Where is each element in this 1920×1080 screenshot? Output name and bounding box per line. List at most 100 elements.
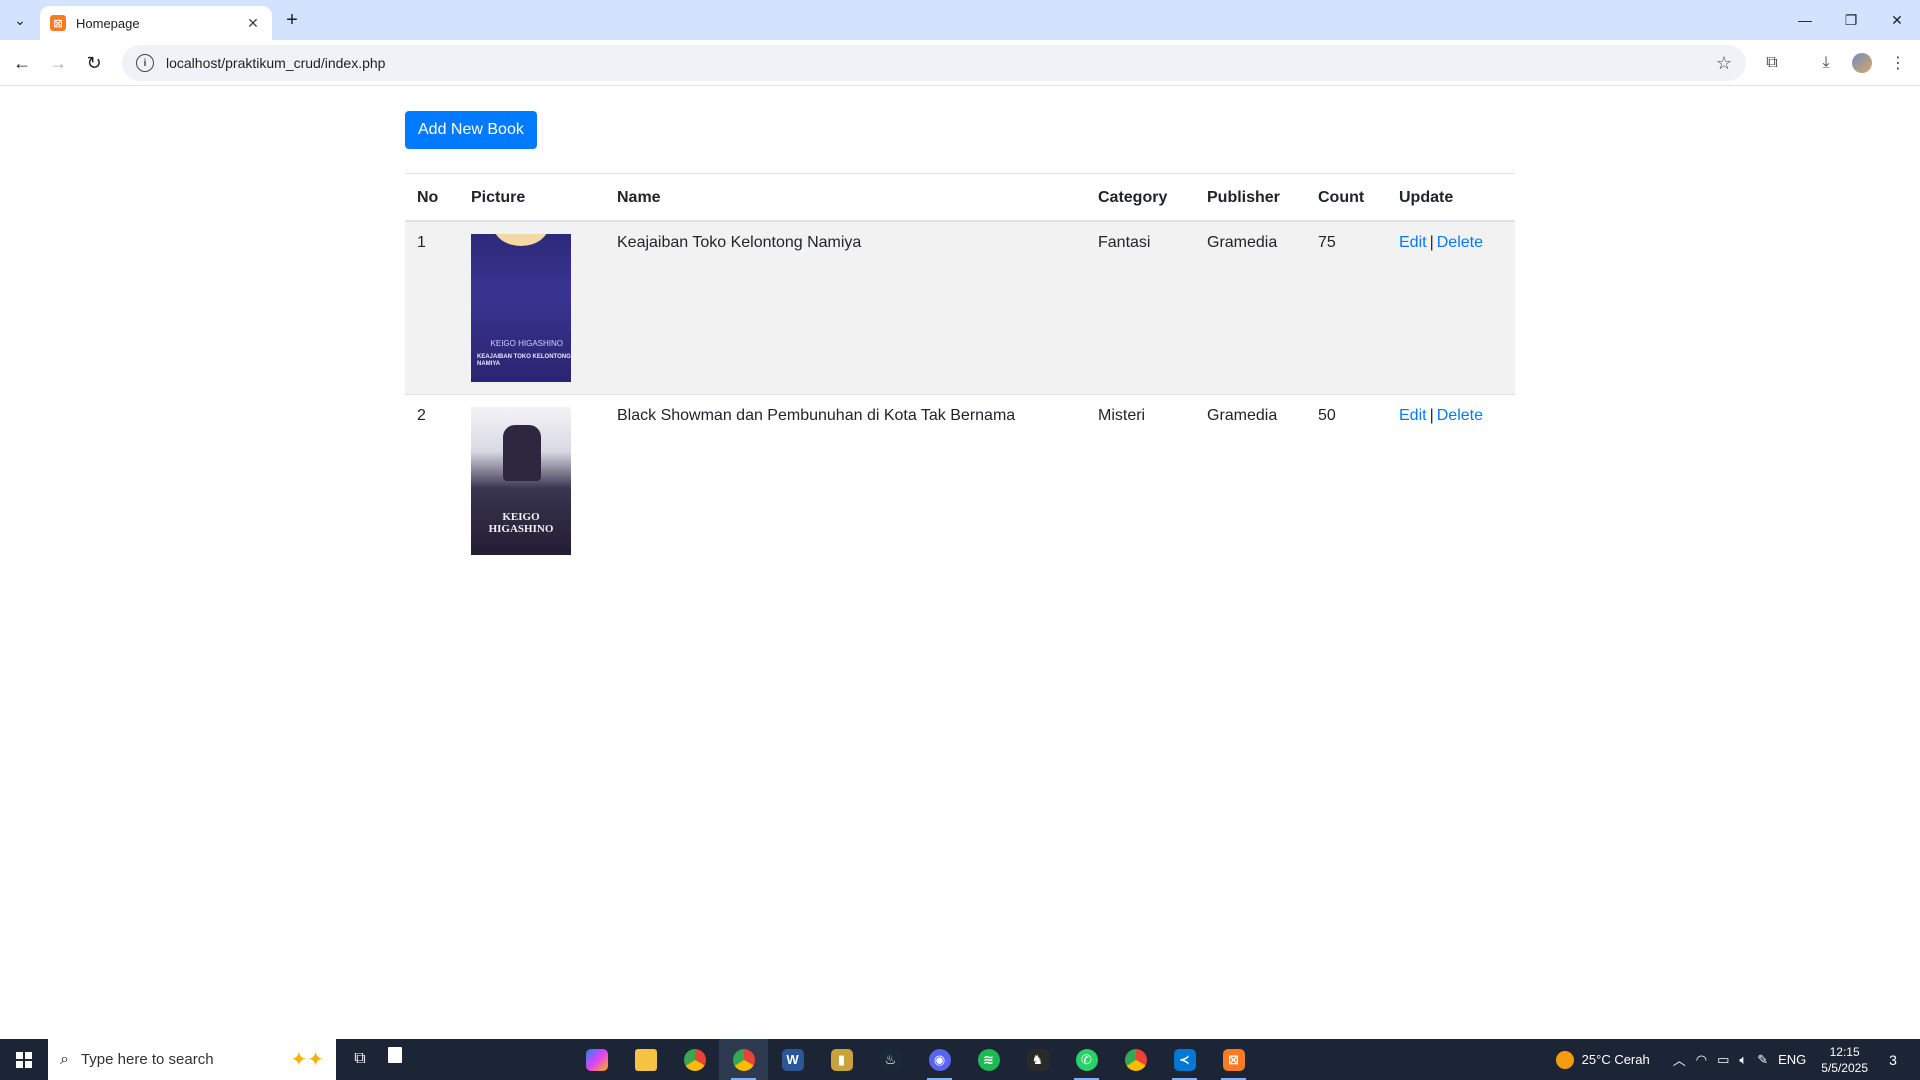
search-icon: ⌕ bbox=[60, 1050, 69, 1068]
chrome-profile-icon[interactable] bbox=[719, 1039, 768, 1080]
taskbar-pinned-apps: W ▮ ♨ ◉ ≋ ♞ ✆ ≺ ⊠ bbox=[572, 1039, 1258, 1080]
extensions-icon[interactable]: ⧉ bbox=[1758, 49, 1786, 77]
pen-icon[interactable]: ✎ bbox=[1757, 1052, 1768, 1068]
system-tray: 25°C Cerah ︿ ◠ ▭ 🔈︎ ✎ ENG 12:15 5/5/2025… bbox=[1555, 1039, 1920, 1080]
menu-kebab-icon[interactable]: ⋮ bbox=[1884, 49, 1912, 77]
search-placeholder[interactable]: Type here to search bbox=[81, 1051, 291, 1068]
chrome-icon[interactable] bbox=[670, 1039, 719, 1080]
row-publisher: Gramedia bbox=[1195, 393, 1306, 567]
clock[interactable]: 12:15 5/5/2025 bbox=[1821, 1044, 1868, 1076]
chevron-up-icon[interactable]: ︿ bbox=[1673, 1050, 1686, 1069]
row-category: Misteri bbox=[1086, 393, 1195, 567]
books-table: No Picture Name Category Publisher Count… bbox=[405, 173, 1515, 567]
sparkle-icon: ✦✦ bbox=[290, 1049, 324, 1071]
url-text[interactable]: localhost/praktikum_crud/index.php bbox=[166, 55, 1716, 71]
xampp-icon: ⊠ bbox=[50, 15, 66, 31]
battery-icon[interactable]: ▭ bbox=[1717, 1052, 1729, 1068]
window-controls: — ❐ ✕ bbox=[1782, 0, 1920, 40]
cover-title-text: KEAJAIBAN TOKO KELONTONG NAMIYA bbox=[477, 353, 571, 367]
edit-link[interactable]: Edit bbox=[1399, 407, 1427, 424]
spotify-icon[interactable]: ≋ bbox=[964, 1039, 1013, 1080]
profile-avatar[interactable] bbox=[1848, 49, 1876, 77]
tab-title: Homepage bbox=[76, 15, 140, 31]
header-update: Update bbox=[1387, 173, 1515, 222]
forward-icon[interactable]: → bbox=[44, 49, 72, 77]
weather-widget[interactable]: 25°C Cerah bbox=[1555, 1050, 1650, 1069]
row-category: Fantasi bbox=[1086, 220, 1195, 394]
xampp-icon[interactable]: ⊠ bbox=[1209, 1039, 1258, 1080]
volume-icon[interactable]: 🔈︎ bbox=[1739, 1052, 1747, 1068]
delete-link[interactable]: Delete bbox=[1437, 407, 1483, 424]
table-header-row: No Picture Name Category Publisher Count… bbox=[405, 173, 1515, 222]
clock-time: 12:15 bbox=[1829, 1044, 1860, 1059]
header-name: Name bbox=[605, 173, 1086, 222]
header-no: No bbox=[405, 173, 459, 222]
tab-search-chevron-icon[interactable]: ⌄ bbox=[8, 8, 32, 32]
row-no: 2 bbox=[405, 393, 459, 567]
copilot-icon[interactable] bbox=[572, 1039, 621, 1080]
game-icon[interactable]: ♞ bbox=[1013, 1039, 1062, 1080]
new-tab-button[interactable]: + bbox=[280, 8, 304, 32]
bookmark-star-icon[interactable]: ☆ bbox=[1716, 53, 1732, 74]
address-bar[interactable]: i localhost/praktikum_crud/index.php ☆ bbox=[122, 45, 1746, 81]
row-update: Edit | Delete bbox=[1387, 393, 1515, 567]
word-icon[interactable]: W bbox=[768, 1039, 817, 1080]
language-indicator[interactable]: ENG bbox=[1778, 1052, 1806, 1067]
file-explorer-icon[interactable] bbox=[621, 1039, 670, 1080]
site-info-icon[interactable]: i bbox=[136, 54, 154, 72]
add-new-book-button[interactable]: Add New Book bbox=[405, 111, 537, 149]
book-cover-image: KEIGO HIGASHINO KEAJAIBAN TOKO KELONTONG… bbox=[471, 233, 571, 382]
row-update: Edit | Delete bbox=[1387, 220, 1515, 394]
chrome-alt-icon[interactable] bbox=[1111, 1039, 1160, 1080]
start-button[interactable] bbox=[0, 1039, 48, 1080]
close-tab-icon[interactable]: ✕ bbox=[244, 15, 262, 32]
row-count: 75 bbox=[1306, 220, 1387, 394]
notification-count: 3 bbox=[1889, 1051, 1897, 1068]
close-window-icon[interactable]: ✕ bbox=[1874, 0, 1920, 40]
windows-taskbar: ⌕ Type here to search ✦✦ ⧉ W ▮ ♨ ◉ ≋ ♞ ✆… bbox=[0, 1039, 1920, 1080]
notes-icon[interactable]: ▮ bbox=[817, 1039, 866, 1080]
steam-icon[interactable]: ♨ bbox=[866, 1039, 915, 1080]
taskbar-search-box[interactable]: ⌕ Type here to search ✦✦ bbox=[48, 1039, 336, 1080]
row-no: 1 bbox=[405, 220, 459, 394]
row-name: Keajaiban Toko Kelontong Namiya bbox=[605, 220, 1086, 394]
header-category: Category bbox=[1086, 173, 1195, 222]
header-publisher: Publisher bbox=[1195, 173, 1306, 222]
row-picture: KEIGO HIGASHINO bbox=[459, 393, 605, 567]
file-icon[interactable] bbox=[388, 1047, 402, 1063]
link-separator: | bbox=[1429, 406, 1434, 424]
header-picture: Picture bbox=[459, 173, 605, 222]
discord-icon[interactable]: ◉ bbox=[915, 1039, 964, 1080]
page-content: Add New Book No Picture Name Category Pu… bbox=[0, 87, 1920, 1039]
edit-link[interactable]: Edit bbox=[1399, 234, 1427, 251]
cover-author-text: KEIGO HIGASHINO bbox=[488, 510, 554, 535]
task-view-icon[interactable]: ⧉ bbox=[348, 1047, 372, 1071]
weather-text: 25°C Cerah bbox=[1581, 1052, 1650, 1067]
whatsapp-icon[interactable]: ✆ bbox=[1062, 1039, 1111, 1080]
windows-logo-icon bbox=[16, 1051, 32, 1068]
browser-toolbar: ← → ↻ i localhost/praktikum_crud/index.p… bbox=[0, 40, 1920, 86]
header-count: Count bbox=[1306, 173, 1387, 222]
restore-icon[interactable]: ❐ bbox=[1828, 0, 1874, 40]
row-count: 50 bbox=[1306, 393, 1387, 567]
back-icon[interactable]: ← bbox=[8, 49, 36, 77]
active-tab[interactable]: ⊠ Homepage ✕ bbox=[40, 6, 272, 40]
wifi-icon[interactable]: ◠ bbox=[1696, 1052, 1707, 1068]
table-row: 2 KEIGO HIGASHINO Black Showman dan Pemb… bbox=[405, 393, 1515, 567]
row-picture: KEIGO HIGASHINO KEAJAIBAN TOKO KELONTONG… bbox=[459, 220, 605, 394]
clock-date: 5/5/2025 bbox=[1821, 1060, 1868, 1075]
weather-sun-icon bbox=[1555, 1050, 1574, 1069]
link-separator: | bbox=[1429, 233, 1434, 251]
row-publisher: Gramedia bbox=[1195, 220, 1306, 394]
download-icon[interactable]: ⤓ bbox=[1812, 49, 1840, 77]
browser-tab-bar: ⌄ ⊠ Homepage ✕ + — ❐ ✕ bbox=[0, 0, 1920, 40]
delete-link[interactable]: Delete bbox=[1437, 234, 1483, 251]
row-name: Black Showman dan Pembunuhan di Kota Tak… bbox=[605, 393, 1086, 567]
vscode-icon[interactable]: ≺ bbox=[1160, 1039, 1209, 1080]
book-cover-image: KEIGO HIGASHINO bbox=[471, 406, 571, 555]
table-row: 1 KEIGO HIGASHINO KEAJAIBAN TOKO KELONTO… bbox=[405, 220, 1515, 394]
notification-center-icon[interactable]: 3 bbox=[1882, 1049, 1904, 1071]
cover-author-text: KEIGO HIGASHINO bbox=[490, 338, 563, 348]
reload-icon[interactable]: ↻ bbox=[80, 49, 108, 77]
minimize-icon[interactable]: — bbox=[1782, 0, 1828, 40]
